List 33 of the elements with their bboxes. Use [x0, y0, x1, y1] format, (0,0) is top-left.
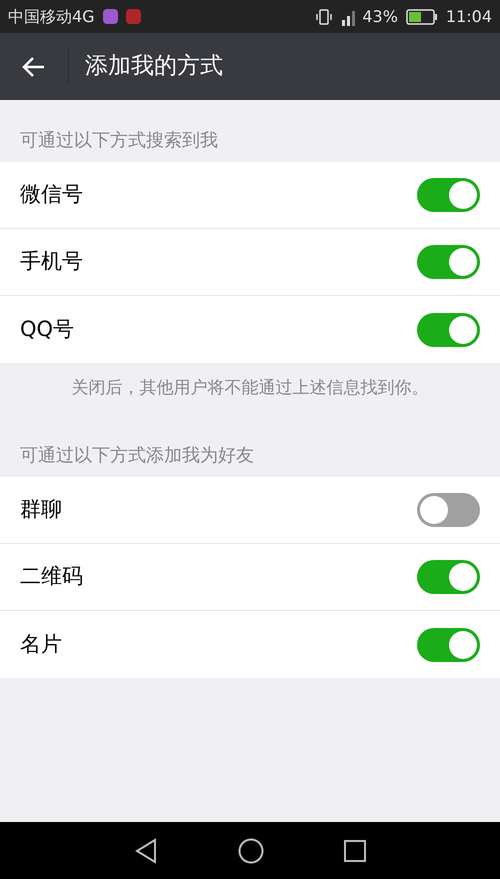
setting-row[interactable]: QQ号 — [0, 296, 500, 363]
toggle-switch[interactable] — [417, 628, 480, 662]
back-nav-icon[interactable] — [134, 838, 158, 864]
toggle-switch[interactable] — [417, 178, 480, 212]
setting-label: 名片 — [20, 630, 62, 658]
recents-nav-icon[interactable] — [344, 840, 366, 862]
setting-row[interactable]: 名片 — [0, 611, 500, 678]
setting-label: 手机号 — [20, 248, 83, 276]
home-nav-icon[interactable] — [238, 838, 264, 864]
setting-label: 群聊 — [20, 496, 62, 524]
battery-icon — [406, 8, 438, 24]
setting-label: QQ号 — [20, 316, 74, 343]
setting-label: 微信号 — [20, 181, 83, 208]
setting-row[interactable]: 微信号 — [0, 162, 500, 229]
carrier-label: 中国移动4G — [8, 6, 95, 28]
app-notification-icon — [126, 9, 141, 24]
section-title: 可通过以下方式添加我为好友 — [20, 444, 254, 468]
section-title: 可通过以下方式搜索到我 — [20, 129, 218, 153]
setting-row[interactable]: 手机号 — [0, 229, 500, 296]
battery-percent: 43% — [362, 6, 398, 28]
toggle-switch[interactable] — [417, 560, 480, 594]
back-arrow-icon — [22, 56, 46, 78]
toggle-switch[interactable] — [417, 245, 480, 279]
vibrate-icon — [316, 8, 332, 24]
clock: 11:04 — [446, 6, 492, 28]
toggle-switch[interactable] — [417, 312, 480, 346]
setting-row[interactable]: 二维码 — [0, 544, 500, 611]
hint-text: 关闭后，其他用户将不能通过上述信息找到你。 — [72, 377, 428, 400]
app-notification-icon — [102, 9, 118, 24]
page-title: 添加我的方式 — [85, 52, 223, 82]
setting-row[interactable]: 群聊 — [0, 477, 500, 544]
setting-label: 二维码 — [20, 563, 83, 590]
toggle-switch[interactable] — [417, 493, 480, 527]
